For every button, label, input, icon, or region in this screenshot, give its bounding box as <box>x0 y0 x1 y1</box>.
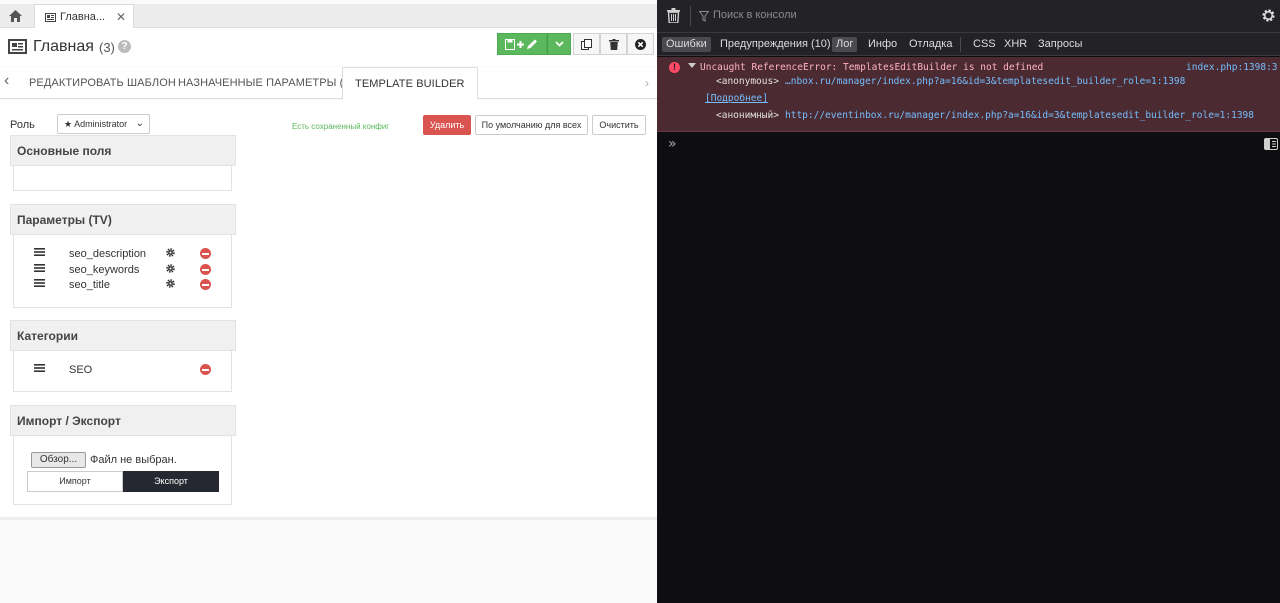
tab-template-builder[interactable]: TEMPLATE BUILDER <box>342 67 478 100</box>
close-icon[interactable]: ✕ <box>116 10 126 24</box>
remove-icon[interactable] <box>200 248 211 259</box>
filter-divider <box>960 37 961 52</box>
panel-import-export-body: Обзор... Файл не выбран. Импорт Экспорт <box>13 436 232 505</box>
panel-import-export-header: Импорт / Экспорт <box>10 405 236 436</box>
tab-document[interactable]: Главна... ✕ <box>34 4 134 29</box>
list-item-label: SEO <box>69 364 93 376</box>
filter-warnings[interactable]: Предупреждения (10) <box>716 37 835 52</box>
role-select-value: ★ Administrator <box>64 119 128 129</box>
list-item-label: seo_title <box>69 279 110 291</box>
panel-params-header: Параметры (TV) <box>10 204 236 235</box>
console-filter-input[interactable]: Поиск в консоли <box>713 9 797 21</box>
delete-config-button[interactable]: Удалить <box>423 115 471 135</box>
save-dropdown-button[interactable] <box>547 33 571 55</box>
filter-requests[interactable]: Запросы <box>1034 37 1086 52</box>
filter-info[interactable]: Инфо <box>864 37 901 52</box>
tab-assigned-params[interactable]: НАЗНАЧЕННЫЕ ПАРАМЕТРЫ (TV) <box>178 67 361 99</box>
tabs-prev-arrow[interactable]: ‹ <box>4 72 9 90</box>
delete-button[interactable] <box>600 33 627 55</box>
stack-frame-location[interactable]: …nbox.ru/manager/index.php?a=16&id=3&tem… <box>785 76 1185 87</box>
list-item[interactable]: SEO <box>14 362 233 378</box>
duplicate-button[interactable] <box>573 33 600 55</box>
saved-config-note: Есть сохраненный конфиг <box>292 122 390 131</box>
import-button[interactable]: Импорт <box>27 471 123 492</box>
list-item[interactable]: seo_title <box>14 277 233 293</box>
list-item-label: seo_description <box>69 248 147 260</box>
home-icon <box>8 10 22 22</box>
builder-content: Роль ★ Administrator ⌄ Есть сохраненный … <box>0 100 657 520</box>
console-error-message[interactable]: ! Uncaught ReferenceError: TemplatesEdit… <box>657 57 1280 132</box>
console-toolbar: Поиск в консоли <box>657 0 1280 33</box>
chevron-down-icon <box>554 41 564 47</box>
stack-frame-name: <anonymous> <box>716 76 779 87</box>
panel-params-body: seo_description seo_keywords seo_title <box>13 235 232 308</box>
role-select[interactable]: ★ Administrator ⌄ <box>57 114 150 134</box>
filter-icon <box>699 11 709 22</box>
tab-edit-template[interactable]: РЕДАКТИРОВАТЬ ШАБЛОН <box>29 67 176 99</box>
gear-icon[interactable] <box>165 278 176 289</box>
drag-handle-icon[interactable] <box>34 363 45 373</box>
panel-main-fields-body <box>13 166 232 191</box>
help-icon[interactable]: ? <box>118 40 131 53</box>
gear-icon[interactable] <box>1261 8 1276 23</box>
error-text: Uncaught ReferenceError: TemplatesEditBu… <box>700 62 1044 73</box>
tab-document-label: Главна... <box>60 11 106 23</box>
default-for-all-button[interactable]: По умолчанию для всех <box>475 115 588 135</box>
panel-categories-header: Категории <box>10 320 236 351</box>
role-label: Роль <box>10 119 35 131</box>
remove-icon[interactable] <box>200 279 211 290</box>
panel-main-fields-header: Основные поля <box>10 135 236 166</box>
file-status: Файл не выбран. <box>90 454 177 466</box>
learn-more-link[interactable]: [Подробнее] <box>705 93 768 104</box>
trash-icon[interactable] <box>667 8 680 23</box>
close-circle-icon <box>635 38 646 50</box>
clear-button[interactable]: Очистить <box>592 115 646 135</box>
stack-frame-name: <анонимный> <box>716 110 779 121</box>
list-item[interactable]: seo_keywords <box>14 262 233 278</box>
tabs-next-arrow[interactable]: › <box>645 76 649 90</box>
console-filter-bar: Ошибки Предупреждения (10) Лог Инфо Отла… <box>657 33 1280 56</box>
trash-icon <box>608 38 619 50</box>
devtools-console: Поиск в консоли Ошибки Предупреждения (1… <box>657 0 1280 603</box>
console-input[interactable]: » <box>657 133 1280 155</box>
remove-icon[interactable] <box>200 264 211 275</box>
save-button[interactable] <box>497 33 547 55</box>
tab-bar: Главна... ✕ <box>0 4 657 29</box>
list-item[interactable]: seo_description <box>14 246 233 262</box>
manager-app: Главна... ✕ Главная (3) ? ‹ РЕДАКТИРОВАТ… <box>0 0 657 603</box>
filter-css[interactable]: CSS <box>969 37 1000 52</box>
prompt-chevron-icon: » <box>668 136 677 152</box>
drag-handle-icon[interactable] <box>34 278 45 288</box>
gear-icon[interactable] <box>165 263 176 274</box>
gear-icon[interactable] <box>165 247 176 258</box>
panel-categories-body: SEO <box>13 351 232 392</box>
split-editor-icon[interactable] <box>1264 138 1278 150</box>
error-source-link[interactable]: index.php:1398:3 <box>1186 62 1278 73</box>
expand-triangle-icon[interactable] <box>688 63 696 68</box>
error-icon: ! <box>669 62 680 73</box>
home-button[interactable] <box>0 4 30 28</box>
stack-frame-location[interactable]: http://eventinbox.ru/manager/index.php?a… <box>785 110 1254 121</box>
copy-icon <box>581 38 592 50</box>
document-icon <box>8 39 27 54</box>
drag-handle-icon[interactable] <box>34 263 45 273</box>
save-edit-icon <box>505 38 537 50</box>
action-toolbar <box>497 33 654 55</box>
page-count: (3) <box>99 40 115 55</box>
list-item-label: seo_keywords <box>69 264 140 276</box>
filter-log[interactable]: Лог <box>832 37 858 52</box>
section-tabs: ‹ РЕДАКТИРОВАТЬ ШАБЛОН НАЗНАЧЕННЫЕ ПАРАМ… <box>0 67 657 100</box>
drag-handle-icon[interactable] <box>34 247 45 257</box>
document-icon <box>45 12 56 22</box>
export-button[interactable]: Экспорт <box>123 471 219 492</box>
filter-debug[interactable]: Отладка <box>905 37 956 52</box>
filter-xhr[interactable]: XHR <box>1000 37 1031 52</box>
browse-button[interactable]: Обзор... <box>31 452 86 468</box>
filter-errors[interactable]: Ошибки <box>662 37 711 52</box>
close-button[interactable] <box>627 33 654 55</box>
toolbar-divider <box>690 6 691 26</box>
remove-icon[interactable] <box>200 364 211 375</box>
chevron-down-icon: ⌄ <box>135 118 144 129</box>
page-title: Главная <box>33 38 94 55</box>
